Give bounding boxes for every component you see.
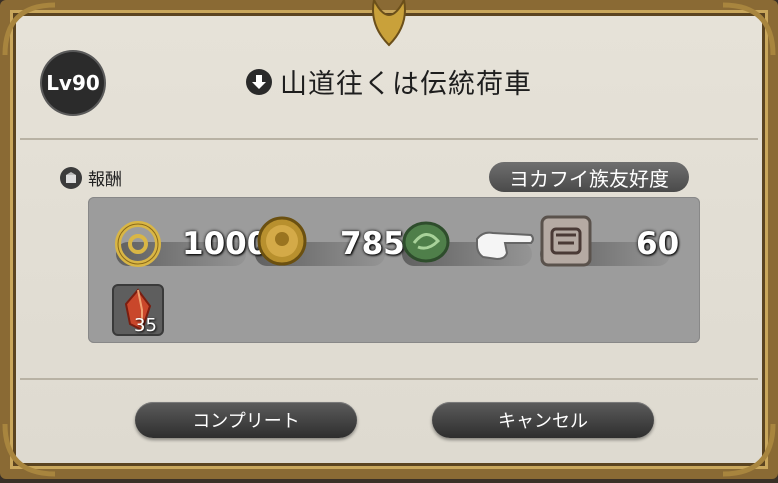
quest-title: 山道往くは伝統荷車: [280, 69, 532, 100]
corner-ornament-icon: [0, 419, 60, 479]
top-ornament-icon: [364, 0, 414, 50]
reward-box: [88, 197, 700, 343]
corner-ornament-icon: [718, 419, 778, 479]
corner-ornament-icon: [0, 0, 60, 60]
tribe-reputation-pill: ヨカフイ族友好度: [489, 162, 689, 192]
rewards-header: 報酬: [60, 165, 122, 190]
arrow-down-icon: [246, 68, 272, 95]
crystal-count: 35: [134, 315, 157, 336]
level-badge: Lv90: [42, 52, 104, 114]
tomestone-icon[interactable]: [255, 214, 309, 272]
cancel-button[interactable]: キャンセル: [432, 402, 654, 438]
complete-button[interactable]: コンプリート: [135, 402, 357, 438]
divider: [20, 378, 758, 380]
quest-title-row: 山道往くは伝統荷車: [246, 62, 532, 101]
gil-icon[interactable]: [112, 218, 164, 274]
corner-ornament-icon: [718, 0, 778, 60]
box-icon: [60, 166, 82, 189]
pointing-hand-icon: [475, 225, 535, 267]
tomestone-amount: 785: [340, 226, 405, 262]
green-gem-icon[interactable]: [400, 217, 452, 271]
rewards-label: 報酬: [88, 170, 122, 190]
yok-huy-emblem-icon[interactable]: [540, 215, 592, 271]
reputation-amount: 60: [636, 226, 680, 262]
divider: [20, 138, 758, 140]
